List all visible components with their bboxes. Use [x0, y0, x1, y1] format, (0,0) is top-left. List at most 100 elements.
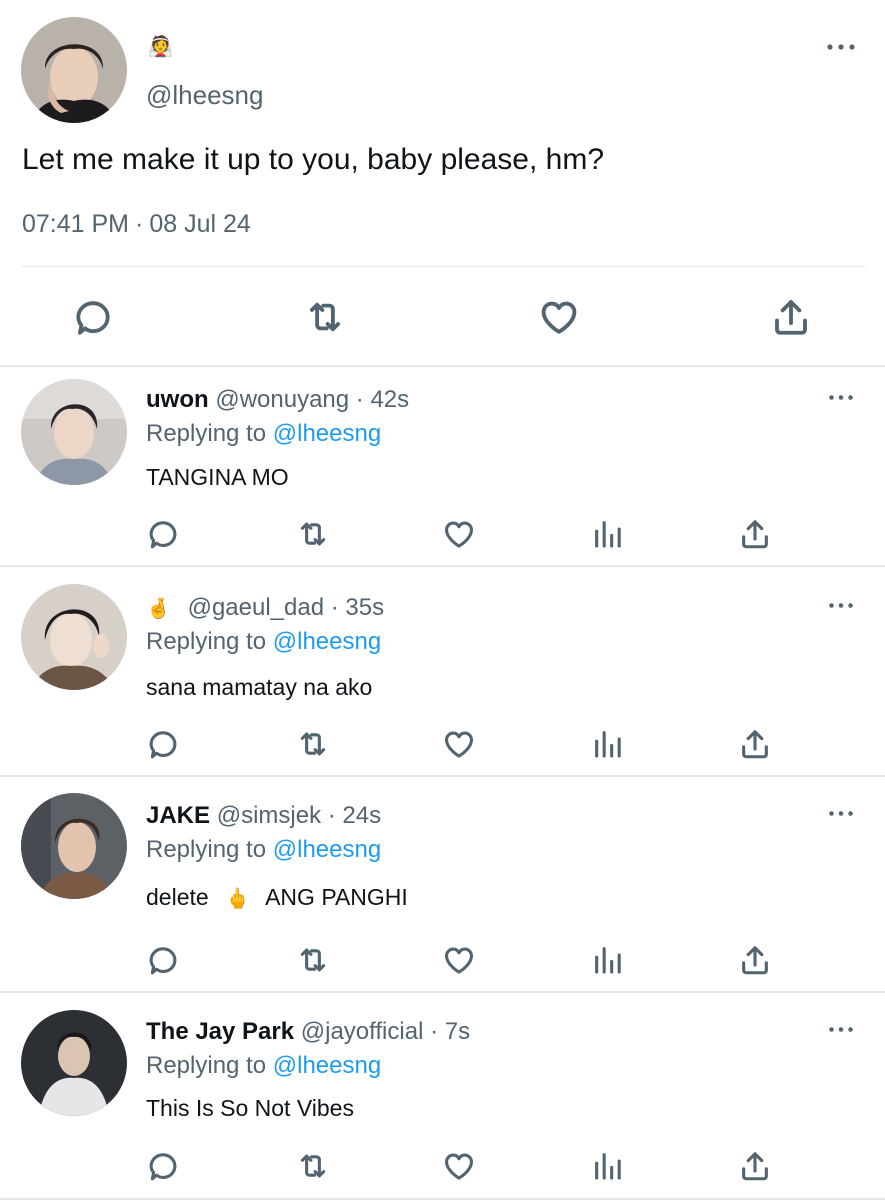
reply-time: 35s: [345, 594, 385, 621]
retweet-button[interactable]: [304, 296, 346, 338]
more-button[interactable]: [828, 601, 854, 610]
reply-button[interactable]: [146, 727, 180, 761]
reply-time: 24s: [342, 802, 382, 829]
author-handle[interactable]: @gaeul_dad: [188, 594, 324, 621]
like-button[interactable]: [442, 1149, 476, 1183]
bar-chart-icon: [591, 943, 625, 977]
retweet-icon: [296, 1149, 330, 1183]
speech-bubble-icon: [72, 296, 114, 338]
tweet-text: Let me make it up to you, baby please, h…: [22, 143, 604, 176]
speech-bubble-icon: [146, 517, 180, 551]
views-button[interactable]: [591, 517, 625, 551]
main-tweet: 👰 @lheesng Let me make it up to you, bab…: [0, 0, 885, 366]
views-button[interactable]: [591, 727, 625, 761]
reply-button[interactable]: [72, 296, 114, 338]
retweet-icon: [296, 727, 330, 761]
retweet-icon: [304, 296, 346, 338]
reply-text: TANGINA MO: [146, 464, 289, 490]
reply-tweet: 🤞 @gaeul_dad · 35s Replying to @lheesng …: [0, 567, 885, 775]
replying-label: Replying to: [146, 420, 267, 447]
reply-button[interactable]: [146, 517, 180, 551]
status-emoji: 👰: [148, 36, 173, 58]
share-button[interactable]: [738, 1149, 772, 1183]
tweet-timestamp: 07:41 PM · 08 Jul 24: [22, 210, 251, 239]
replying-label: Replying to: [146, 628, 267, 655]
author-handle[interactable]: @wonuyang: [215, 386, 349, 413]
author-name[interactable]: JAKE: [146, 802, 210, 829]
share-button[interactable]: [770, 296, 812, 338]
retweet-button[interactable]: [296, 943, 330, 977]
like-button[interactable]: [442, 517, 476, 551]
reply-header: 🤞 @gaeul_dad · 35s: [146, 594, 384, 622]
tweet-date: 08 Jul 24: [149, 210, 251, 238]
avatar[interactable]: [21, 379, 127, 485]
heart-icon: [442, 943, 476, 977]
reply-header: uwon @wonuyang · 42s: [146, 386, 409, 414]
speech-bubble-icon: [146, 1149, 180, 1183]
mention-link[interactable]: @lheesng: [273, 420, 381, 447]
avatar[interactable]: [21, 793, 127, 899]
views-button[interactable]: [591, 1149, 625, 1183]
more-button[interactable]: [828, 809, 854, 818]
heart-icon: [442, 517, 476, 551]
speech-bubble-icon: [146, 943, 180, 977]
reply-tweet: uwon @wonuyang · 42s Replying to @lheesn…: [0, 367, 885, 565]
replying-label: Replying to: [146, 1052, 267, 1079]
share-icon: [738, 1149, 772, 1183]
views-button[interactable]: [591, 943, 625, 977]
bar-chart-icon: [591, 1149, 625, 1183]
author-handle[interactable]: @simsjek: [217, 802, 321, 829]
retweet-icon: [296, 517, 330, 551]
share-icon: [738, 517, 772, 551]
reply-time: 42s: [370, 386, 410, 413]
share-button[interactable]: [738, 727, 772, 761]
share-icon: [770, 296, 812, 338]
retweet-button[interactable]: [296, 1149, 330, 1183]
author-name[interactable]: uwon: [146, 386, 209, 413]
like-button[interactable]: [538, 296, 580, 338]
author-handle[interactable]: @jayofficial: [301, 1018, 424, 1045]
heart-icon: [442, 727, 476, 761]
status-emoji: 🤞: [146, 598, 171, 620]
replying-to: Replying to @lheesng: [146, 420, 381, 448]
more-button[interactable]: [828, 1025, 854, 1034]
mention-link[interactable]: @lheesng: [273, 1052, 381, 1079]
more-dots-icon: [826, 42, 856, 52]
avatar[interactable]: [21, 584, 127, 690]
heart-icon: [538, 296, 580, 338]
mention-link[interactable]: @lheesng: [273, 628, 381, 655]
reply-header: JAKE @simsjek · 24s: [146, 802, 381, 830]
more-dots-icon: [828, 809, 854, 818]
replying-to: Replying to @lheesng: [146, 1052, 381, 1080]
author-name[interactable]: The Jay Park: [146, 1018, 294, 1045]
retweet-button[interactable]: [296, 727, 330, 761]
more-dots-icon: [828, 601, 854, 610]
like-button[interactable]: [442, 943, 476, 977]
replying-label: Replying to: [146, 836, 267, 863]
replying-to: Replying to @lheesng: [146, 628, 381, 656]
reply-text-start: delete: [146, 884, 209, 910]
share-icon: [738, 727, 772, 761]
like-button[interactable]: [442, 727, 476, 761]
mention-link[interactable]: @lheesng: [273, 836, 381, 863]
time-separator: ·: [430, 1018, 439, 1045]
author-handle[interactable]: @lheesng: [146, 80, 263, 111]
share-button[interactable]: [738, 517, 772, 551]
divider: [22, 266, 865, 267]
reply-tweet: JAKE @simsjek · 24s Replying to @lheesng…: [0, 777, 885, 991]
bar-chart-icon: [591, 517, 625, 551]
more-dots-icon: [828, 393, 854, 402]
avatar[interactable]: [21, 17, 127, 123]
reply-button[interactable]: [146, 1149, 180, 1183]
reply-button[interactable]: [146, 943, 180, 977]
retweet-icon: [296, 943, 330, 977]
reply-text: sana mamatay na ako: [146, 674, 373, 700]
share-button[interactable]: [738, 943, 772, 977]
tweet-time: 07:41 PM: [22, 210, 130, 238]
more-button[interactable]: [826, 42, 856, 52]
more-button[interactable]: [828, 393, 854, 402]
avatar[interactable]: [21, 1010, 127, 1116]
time-separator: ·: [327, 802, 336, 829]
retweet-button[interactable]: [296, 517, 330, 551]
time-separator: ·: [135, 210, 144, 238]
